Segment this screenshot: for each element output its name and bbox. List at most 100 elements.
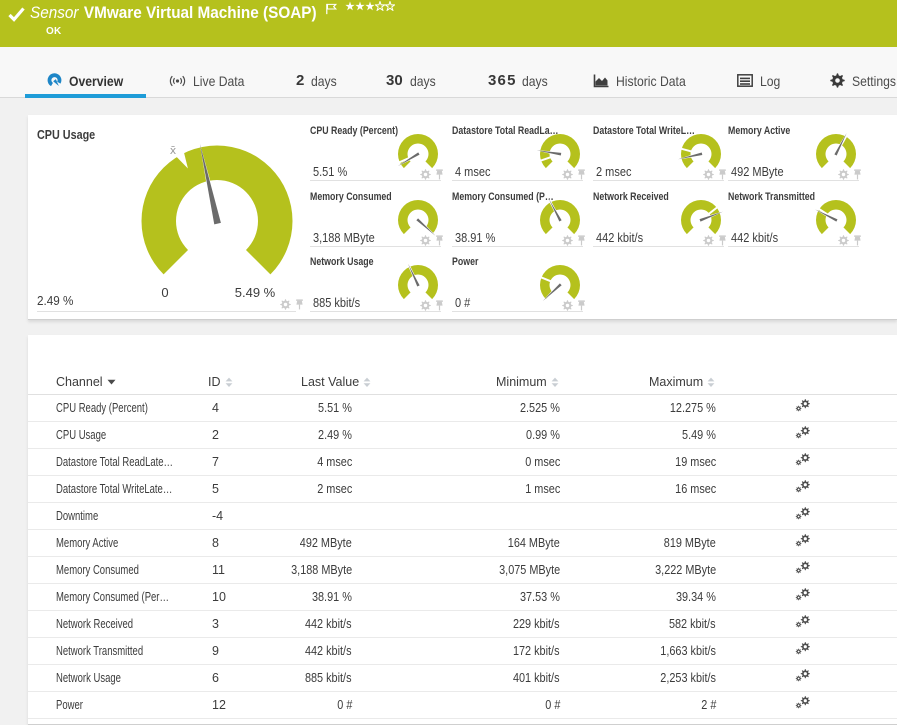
channel-settings-icon[interactable]: [795, 395, 811, 421]
primary-gauge-cell[interactable]: CPU Usage x̄ 2.49 % 0 5.49 %: [37, 127, 303, 314]
gear-icon[interactable]: [420, 169, 431, 180]
gauge-cell[interactable]: Datastore Total ReadLa… 4 msec: [452, 125, 585, 190]
channel-table-panel: Channel ID Last Value Minimum Maximum CP…: [28, 335, 897, 725]
gear-icon[interactable]: [280, 299, 291, 310]
gauge-cell[interactable]: Memory Active 492 MByte: [728, 125, 861, 190]
gauge-cell[interactable]: Power 0 #: [452, 256, 585, 321]
column-header-channel[interactable]: Channel: [56, 369, 116, 395]
channel-settings-icon[interactable]: [795, 584, 811, 610]
channel-minimum: 37.53 %: [520, 590, 560, 604]
gear-icon[interactable]: [562, 235, 573, 246]
flag-icon[interactable]: [325, 2, 338, 20]
star-outline-icon[interactable]: [385, 1, 395, 11]
channel-minimum: 229 kbit/s: [513, 617, 560, 631]
channel-settings-icon[interactable]: [795, 422, 811, 448]
tab-365-days[interactable]: 365 days: [488, 55, 551, 106]
column-header-id[interactable]: ID: [208, 369, 233, 395]
star-filled-icon[interactable]: [345, 1, 355, 11]
gear-icon[interactable]: [703, 169, 714, 180]
pin-icon[interactable]: [718, 235, 727, 246]
channel-maximum: 2,253 kbit/s: [660, 671, 716, 685]
star-outline-icon[interactable]: [375, 1, 385, 11]
pin-icon[interactable]: [577, 235, 586, 246]
gear-icon[interactable]: [562, 169, 573, 180]
gears-icon: [795, 534, 810, 547]
channel-last-value: 2.49 %: [318, 428, 352, 442]
gear-icon[interactable]: [420, 235, 431, 246]
tab-30-days[interactable]: 30 days: [386, 55, 439, 106]
cell-divider: [593, 246, 724, 247]
pin-icon[interactable]: [577, 169, 586, 180]
gauge-cell[interactable]: Network Usage 885 kbit/s: [310, 256, 443, 321]
channel-settings-icon[interactable]: [795, 665, 811, 691]
channel-minimum: 401 kbit/s: [513, 671, 560, 685]
pin-icon[interactable]: [435, 300, 444, 311]
channel-row[interactable]: CPU Ready (Percent) 4 5.51 % 2.525 % 12.275 …: [28, 395, 897, 422]
star-filled-icon[interactable]: [365, 1, 375, 11]
gauge-cell[interactable]: Network Received 442 kbit/s: [593, 191, 726, 256]
channel-settings-icon[interactable]: [795, 611, 811, 637]
channel-row[interactable]: Network Transmitted 9 442 kbit/s 172 kbit/s…: [28, 638, 897, 665]
channel-settings-icon[interactable]: [795, 476, 811, 502]
gear-icon[interactable]: [838, 169, 849, 180]
column-header-last-value[interactable]: Last Value: [301, 369, 371, 395]
tab-live-data[interactable]: Live Data: [169, 55, 252, 106]
tab-2-days[interactable]: 2 days: [296, 55, 341, 106]
tab-overview[interactable]: Overview: [47, 55, 131, 106]
channel-minimum: 164 MByte: [508, 536, 560, 550]
gear-icon[interactable]: [420, 300, 431, 311]
channel-settings-icon[interactable]: [795, 638, 811, 664]
gauge-cell[interactable]: Memory Consumed 3,188 MByte: [310, 191, 443, 256]
pin-icon[interactable]: [295, 299, 304, 310]
tab-historic-data[interactable]: Historic Data: [593, 55, 696, 106]
pin-icon[interactable]: [435, 235, 444, 246]
pin-icon[interactable]: [718, 169, 727, 180]
channel-settings-icon[interactable]: [795, 530, 811, 556]
gears-icon: [795, 426, 810, 439]
gauge-cell[interactable]: CPU Ready (Percent) 5.51 %: [310, 125, 443, 190]
channel-row[interactable]: Power 12 0 # 0 # 2 #: [28, 692, 897, 719]
channel-settings-icon[interactable]: [795, 503, 811, 529]
star-filled-icon[interactable]: [355, 1, 365, 11]
pin-icon[interactable]: [435, 169, 444, 180]
gear-icon[interactable]: [838, 235, 849, 246]
channel-settings-icon[interactable]: [795, 449, 811, 475]
gears-icon: [795, 399, 810, 412]
column-header-minimum[interactable]: Minimum: [496, 369, 559, 395]
gauge-axis-min: 0: [161, 285, 169, 300]
channel-id: 3: [212, 617, 219, 631]
priority-stars[interactable]: [345, 1, 395, 11]
channel-row[interactable]: CPU Usage 2 2.49 % 0.99 % 5.49 %: [28, 422, 897, 449]
channel-row[interactable]: Datastore Total ReadLate… 7 4 msec 0 msec 19…: [28, 449, 897, 476]
channel-row[interactable]: Memory Consumed (Per… 10 38.91 % 37.53 % 39.…: [28, 584, 897, 611]
channel-last-value: 0 #: [336, 698, 352, 712]
channel-last-value: 3,188 MByte: [290, 563, 352, 577]
channel-settings-icon[interactable]: [795, 692, 811, 718]
channel-row[interactable]: Memory Consumed 11 3,188 MByte 3,075 MByte 3…: [28, 557, 897, 584]
channel-row[interactable]: Memory Active 8 492 MByte 164 MByte 819 MByt…: [28, 530, 897, 557]
column-header-maximum[interactable]: Maximum: [649, 369, 715, 395]
tab-log[interactable]: Log: [737, 55, 783, 106]
gauge-cell[interactable]: Network Transmitted 442 kbit/s: [728, 191, 861, 256]
pin-icon[interactable]: [853, 235, 862, 246]
channel-maximum: 16 msec: [674, 482, 716, 496]
gauge-cell[interactable]: Memory Consumed (P… 38.91 %: [452, 191, 585, 256]
channel-minimum: 1 msec: [524, 482, 560, 496]
gauge-cell[interactable]: Datastore Total WriteL… 2 msec: [593, 125, 726, 190]
gear-icon[interactable]: [703, 235, 714, 246]
overview-gauge-icon: [47, 73, 62, 87]
channel-row[interactable]: Network Usage 6 885 kbit/s 401 kbit/s 2,253 …: [28, 665, 897, 692]
channel-row[interactable]: Network Received 3 442 kbit/s 229 kbit/s 582…: [28, 611, 897, 638]
channel-last-value: 885 kbit/s: [305, 671, 352, 685]
channel-name: CPU Ready (Percent): [56, 401, 148, 415]
channel-row[interactable]: Datastore Total WriteLate… 5 2 msec 1 msec 1…: [28, 476, 897, 503]
cell-divider: [452, 246, 583, 247]
channel-settings-icon[interactable]: [795, 557, 811, 583]
tab-settings[interactable]: Settings: [830, 55, 897, 106]
pin-icon[interactable]: [853, 169, 862, 180]
pin-icon[interactable]: [577, 300, 586, 311]
channel-id: 10: [212, 590, 226, 604]
channel-row[interactable]: Downtime -4: [28, 503, 897, 530]
gear-icon[interactable]: [562, 300, 573, 311]
channel-id: 7: [212, 455, 219, 469]
